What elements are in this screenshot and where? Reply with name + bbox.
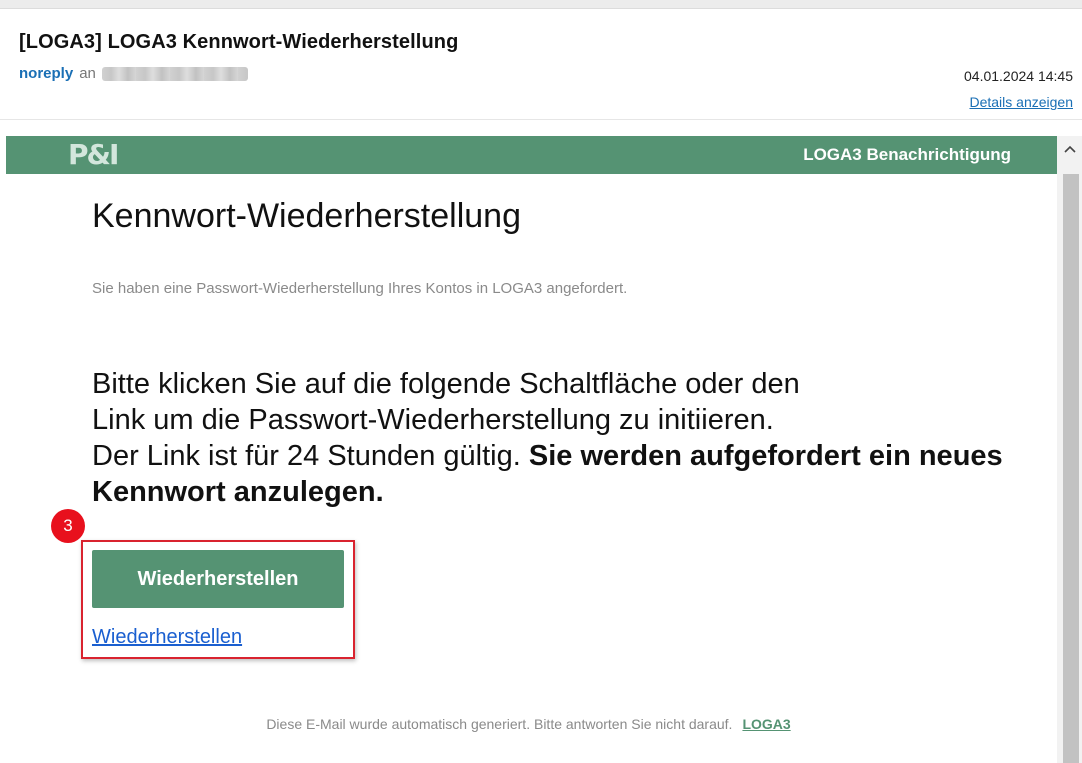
scrollbar-thumb[interactable] <box>1063 174 1079 763</box>
email-heading: Kennwort-Wiederherstellung <box>92 197 521 235</box>
details-link[interactable]: Details anzeigen <box>969 94 1073 110</box>
step-badge: 3 <box>51 509 85 543</box>
email-subtext: Sie haben eine Passwort-Wiederherstellun… <box>92 280 628 297</box>
email-body: Bitte klicken Sie auf die folgende Schal… <box>92 366 1042 510</box>
email-subject: [LOGA3] LOGA3 Kennwort-Wiederherstellung <box>19 31 459 53</box>
footer-link[interactable]: LOGA3 <box>742 716 790 732</box>
recipient-blurred <box>101 67 248 82</box>
footer-text: Diese E-Mail wurde automatisch generiert… <box>266 716 733 732</box>
email-date: 04.01.2024 14:45 <box>964 68 1073 84</box>
company-logo: P&I <box>68 138 119 171</box>
from-line: noreply an <box>19 65 248 82</box>
header-divider <box>0 119 1082 120</box>
body-line-3-text: Der Link ist für 24 Stunden gültig. <box>92 440 521 472</box>
vertical-scrollbar[interactable] <box>1057 136 1082 763</box>
notification-banner: P&I LOGA3 Benachrichtigung <box>6 136 1057 174</box>
banner-title: LOGA3 Benachrichtigung <box>803 145 1011 164</box>
window-top-strip <box>0 0 1082 8</box>
chevron-up-icon[interactable] <box>1057 136 1082 161</box>
email-footer: Diese E-Mail wurde automatisch generiert… <box>0 716 1057 732</box>
to-label: an <box>79 65 96 82</box>
mail-header <box>0 9 1082 119</box>
restore-button[interactable]: Wiederherstellen <box>92 550 344 608</box>
sender-name[interactable]: noreply <box>19 65 73 82</box>
body-line-3: Der Link ist für 24 Stunden gültig. Sie … <box>92 438 1042 510</box>
body-line-2: Link um die Passwort-Wiederherstellung z… <box>92 404 774 436</box>
restore-link[interactable]: Wiederherstellen <box>92 626 242 649</box>
body-line-1: Bitte klicken Sie auf die folgende Schal… <box>92 368 800 400</box>
